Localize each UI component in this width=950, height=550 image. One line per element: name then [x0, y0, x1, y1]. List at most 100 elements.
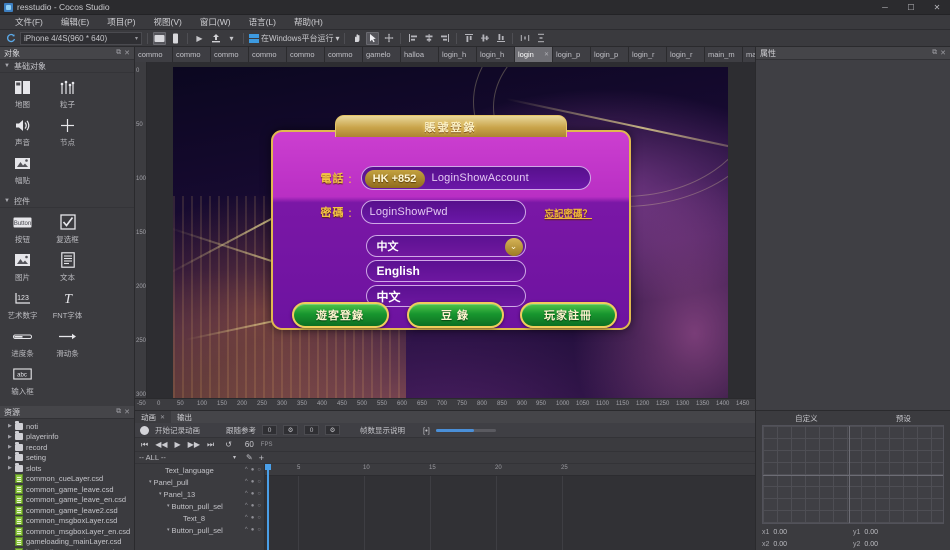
lock-icon[interactable]: ^: [245, 527, 248, 533]
record-animation-label[interactable]: 开始记录动画: [155, 425, 200, 436]
eye-icon[interactable]: ●: [251, 503, 255, 509]
curve-value-y2[interactable]: 0.00: [864, 541, 878, 548]
password-input[interactable]: LoginShowPwd: [360, 200, 526, 225]
tree-folder-playerinfo[interactable]: ▶ playerinfo: [0, 431, 134, 443]
doc-tab[interactable]: commo: [249, 47, 287, 62]
unlink-icon[interactable]: ⚙: [325, 425, 340, 435]
doc-tab[interactable]: commo: [173, 47, 211, 62]
distribute-vertical-icon[interactable]: [534, 32, 547, 45]
widget-item-text[interactable]: 文本: [45, 250, 90, 283]
widget-item-image[interactable]: 图片: [0, 250, 45, 283]
widget-item-checkbox[interactable]: 复选框: [45, 212, 90, 245]
lock-icon[interactable]: ^: [245, 467, 248, 473]
doc-tab[interactable]: gamelo: [363, 47, 401, 62]
play-icon[interactable]: ▶: [193, 32, 206, 45]
widget-item-slider[interactable]: 滑动条: [45, 326, 90, 359]
doc-tab[interactable]: login_p: [553, 47, 591, 62]
circle-icon[interactable]: ○: [257, 527, 261, 533]
minimize-button[interactable]: ─: [872, 0, 898, 15]
record-icon[interactable]: [140, 425, 149, 435]
run-platform-button[interactable]: 在Windows平台运行 ▾: [249, 33, 339, 44]
tab-preset-curve[interactable]: 预设: [896, 413, 911, 424]
lock-icon[interactable]: ^: [245, 491, 248, 497]
widget-item-textfield[interactable]: abc 输入框: [0, 364, 45, 397]
portrait-orientation-icon[interactable]: [169, 32, 182, 45]
resolution-select[interactable]: iPhone 4/4S(960 * 640) ▾: [20, 31, 142, 45]
timeline-row-button-pull-sel-2[interactable]: ▾ Button_pull_sel ^ ● ○: [135, 524, 264, 536]
widget-item-progressbar[interactable]: 进度条: [0, 326, 45, 359]
align-left-icon[interactable]: [406, 32, 419, 45]
tree-file[interactable]: gameloading_mainLayer.csd: [0, 537, 134, 548]
lock-icon[interactable]: ^: [245, 515, 248, 521]
tree-file[interactable]: common_msgboxLayer_en.csd: [0, 526, 134, 537]
circle-icon[interactable]: ○: [257, 479, 261, 485]
lock-icon[interactable]: ^: [245, 503, 248, 509]
doc-tab[interactable]: main_m: [705, 47, 743, 62]
group-widgets[interactable]: ▼ 控件: [0, 195, 134, 208]
tree-file[interactable]: common_msgboxLayer.csd: [0, 516, 134, 527]
eye-icon[interactable]: ●: [251, 491, 255, 497]
fps-value[interactable]: 60: [245, 440, 254, 449]
menu-item-file[interactable]: 文件(F): [6, 16, 52, 28]
close-icon[interactable]: ✕: [544, 51, 549, 58]
tree-file[interactable]: common_game_leave_en.csd: [0, 495, 134, 506]
login-dialog[interactable]: 賬號登錄 電話 ： HK +852 LoginShowAccount 密碼 ： …: [270, 115, 631, 331]
object-item-map[interactable]: 地图: [0, 77, 45, 110]
curve-value-x2[interactable]: 0.00: [773, 541, 787, 548]
object-item-node[interactable]: 节点: [45, 115, 90, 148]
doc-tab[interactable]: login_h: [477, 47, 515, 62]
circle-icon[interactable]: ○: [257, 491, 261, 497]
chevron-down-icon[interactable]: ▾: [159, 491, 162, 497]
pencil-icon[interactable]: ✎: [246, 453, 253, 462]
lock-icon[interactable]: ^: [245, 479, 248, 485]
doc-tab[interactable]: commo: [325, 47, 363, 62]
float-icon[interactable]: ⧉: [116, 408, 121, 416]
widget-item-fnt-font[interactable]: T FNT字体: [45, 288, 90, 321]
doc-tab[interactable]: halloa: [401, 47, 439, 62]
bracket-icon[interactable]: [•]: [423, 426, 430, 435]
add-keyframe-button[interactable]: +: [259, 453, 264, 463]
align-middle-v-icon[interactable]: [478, 32, 491, 45]
eye-icon[interactable]: ●: [251, 467, 255, 473]
curve-value-x1[interactable]: 0.00: [773, 529, 787, 536]
playhead[interactable]: [265, 464, 271, 550]
frame-ruler[interactable]: 5 10 15 20 25: [265, 464, 755, 476]
timeline-layer-tree[interactable]: Text_language ^ ● ○ ▾ Panel_pull ^ ● ○ ▾ Pan…: [135, 464, 265, 550]
maximize-button[interactable]: ☐: [898, 0, 924, 15]
country-code-badge[interactable]: HK +852: [364, 169, 425, 188]
eye-icon[interactable]: ●: [251, 479, 255, 485]
select-tool-icon[interactable]: [366, 31, 380, 45]
anchor-x-field[interactable]: 0: [262, 425, 277, 435]
doc-tab[interactable]: commo: [135, 47, 173, 62]
chevron-down-icon[interactable]: ▾: [149, 479, 152, 485]
doc-tab[interactable]: commo: [287, 47, 325, 62]
doc-tab[interactable]: login_p: [591, 47, 629, 62]
canvas-area[interactable]: 0 50 100 150 200 250 300 賬號登錄 電話 ： HK +8…: [135, 62, 755, 398]
doc-tab[interactable]: commo: [211, 47, 249, 62]
login-button[interactable]: 豆 錄: [406, 302, 504, 329]
tab-custom-curve[interactable]: 自定义: [795, 413, 818, 424]
guest-login-button[interactable]: 遊客登錄: [291, 302, 389, 329]
timeline-track-area[interactable]: 5 10 15 20 25: [265, 464, 755, 550]
doc-tab[interactable]: login_r: [667, 47, 705, 62]
forgot-password-link[interactable]: 忘記密碼？: [545, 206, 593, 220]
first-frame-button[interactable]: ⏮: [141, 440, 148, 450]
tab-output[interactable]: 输出: [171, 411, 198, 423]
menu-item-help[interactable]: 帮助(H): [285, 16, 332, 28]
object-item-sprite[interactable]: 幅贴: [0, 153, 45, 186]
game-stage[interactable]: 賬號登錄 電話 ： HK +852 LoginShowAccount 密碼 ： …: [173, 67, 728, 398]
menu-item-window[interactable]: 窗口(W): [191, 16, 240, 28]
menu-item-view[interactable]: 视图(V): [145, 16, 191, 28]
distribute-horizontal-icon[interactable]: [518, 32, 531, 45]
publish-icon[interactable]: [209, 32, 222, 45]
align-right-icon[interactable]: [438, 32, 451, 45]
move-tool-icon[interactable]: [382, 32, 395, 45]
tree-folder-seting[interactable]: ▶ seting: [0, 452, 134, 464]
tree-folder-record[interactable]: ▶ record: [0, 441, 134, 453]
float-icon[interactable]: ⧉: [116, 49, 121, 57]
resource-tree[interactable]: ▶ noti ▶ playerinfo ▶ record ▶ seting ▶ …: [0, 419, 134, 550]
doc-tab[interactable]: login_r: [629, 47, 667, 62]
close-icon[interactable]: ✕: [124, 408, 130, 416]
menu-item-edit[interactable]: 编辑(E): [52, 16, 98, 28]
curve-editor-grid[interactable]: [762, 425, 944, 524]
